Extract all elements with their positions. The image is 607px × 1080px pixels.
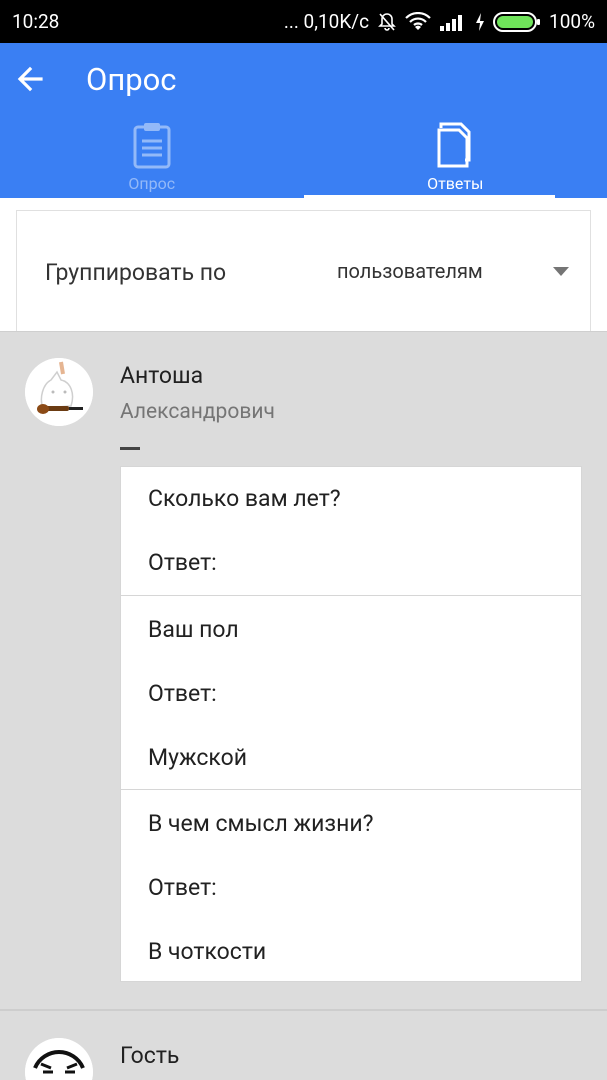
network-speed: ... 0,10K/c	[283, 10, 370, 33]
qa-item: Сколько вам лет? Ответ:	[121, 467, 581, 596]
question-text: Ваш пол	[148, 616, 239, 643]
qa-item: В чем смысл жизни? Ответ: В чоткости	[121, 790, 581, 981]
respondent-name: Гость	[120, 1042, 180, 1069]
cat-avatar-icon	[25, 358, 93, 426]
charging-icon	[475, 12, 485, 32]
question-text: В чем смысл жизни?	[148, 810, 374, 837]
divider	[0, 331, 607, 332]
app-bar: Опрос Опрос Ответы	[0, 43, 607, 198]
mask-avatar-icon	[25, 1038, 93, 1080]
group-by-label: Группировать по	[45, 259, 227, 286]
answer-value: Мужской	[148, 744, 247, 771]
page-title: Опрос	[86, 61, 177, 98]
dropdown-arrow-icon	[553, 267, 569, 276]
clipboard-icon	[132, 122, 172, 169]
bell-off-icon	[377, 12, 397, 32]
group-by-value: пользователям	[337, 259, 483, 283]
avatar	[25, 358, 93, 426]
tab-answers[interactable]: Ответы	[303, 118, 607, 198]
respondent-dash	[120, 447, 140, 450]
answer-label: Ответ:	[148, 680, 217, 707]
respondent-name: Антоша	[120, 362, 204, 389]
arrow-back-icon	[17, 66, 43, 92]
answer-label: Ответ:	[148, 549, 217, 576]
tab-survey-label: Опрос	[128, 174, 176, 193]
answers-card: Сколько вам лет? Ответ: Ваш пол Ответ: М…	[120, 466, 582, 982]
signal-icon	[439, 12, 467, 32]
answer-value: В чоткости	[148, 938, 267, 965]
respondent-subtitle: Александрович	[120, 400, 275, 424]
tab-survey[interactable]: Опрос	[0, 118, 304, 198]
documents-icon	[437, 122, 473, 168]
wifi-icon	[405, 11, 431, 32]
answer-label: Ответ:	[148, 874, 217, 901]
tab-bar: Опрос Ответы	[0, 118, 607, 198]
qa-item: Ваш пол Ответ: Мужской	[121, 596, 581, 790]
status-bar: 10:28 ... 0,10K/c 100%	[0, 0, 607, 43]
back-button[interactable]	[10, 59, 50, 99]
group-by-card: Группировать по пользователям	[16, 210, 591, 332]
status-icons: ... 0,10K/c 100%	[284, 10, 595, 33]
question-text: Сколько вам лет?	[148, 485, 341, 512]
respondent-separator	[0, 1009, 607, 1011]
tab-answers-label: Ответы	[427, 174, 484, 193]
avatar	[25, 1038, 93, 1080]
group-by-section: Группировать по пользователям	[0, 198, 607, 332]
battery-icon	[493, 11, 541, 33]
battery-level: 100%	[549, 10, 595, 33]
status-time: 10:28	[12, 10, 60, 33]
group-by-dropdown[interactable]: пользователям	[337, 251, 577, 291]
